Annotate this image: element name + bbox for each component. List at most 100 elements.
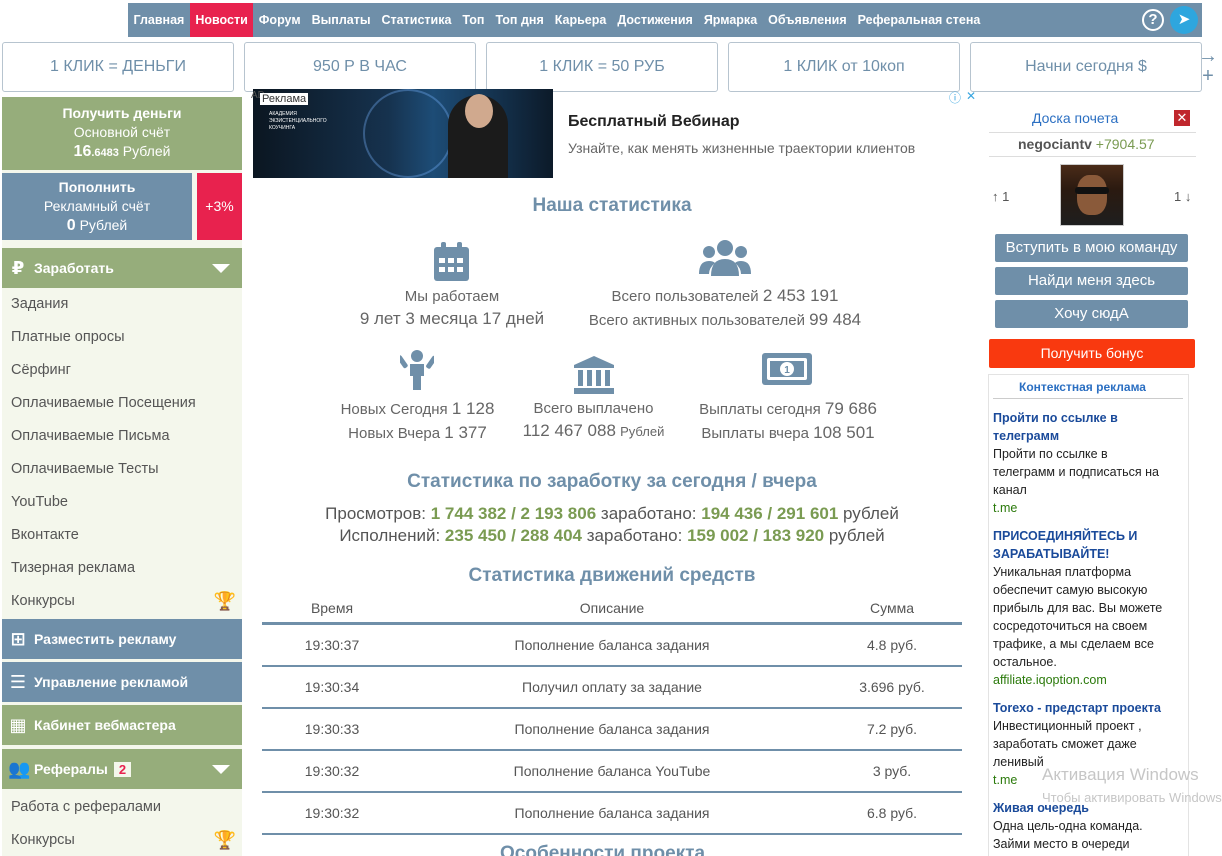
menu-contests[interactable]: Конкурсы (11, 593, 75, 609)
payouts-yesterday: Выплаты вчера 108 501 (701, 423, 875, 442)
bank-icon (574, 356, 614, 399)
want-here-button[interactable]: Хочу сюдА (995, 300, 1188, 328)
earnings-title: Статистика по заработку за сегодня / вче… (407, 471, 817, 492)
active-users: Всего активных пользователей 99 484 (588, 310, 862, 329)
ad-subtitle[interactable]: Узнайте, как менять жизненные траектории… (568, 140, 915, 156)
context-ad-text: Пройти по ссылке в телеграмм и подписать… (993, 447, 1159, 497)
nav-career[interactable]: Карьера (549, 3, 612, 37)
cell-time: 19:30:32 (304, 763, 360, 779)
nav-achievements[interactable]: Достижения (612, 3, 698, 37)
context-ad-url[interactable]: t.me (993, 499, 1173, 517)
menu-youtube[interactable]: YouTube (11, 494, 68, 510)
payouts-today: Выплаты сегодня 79 686 (699, 399, 877, 418)
promo-box-2[interactable]: 950 Р В ЧАС (244, 42, 476, 92)
topup-bonus-badge[interactable]: +3% (197, 173, 242, 240)
top-navigation: Главная Новости Форум Выплаты Статистика… (128, 3, 1202, 37)
context-ad-title[interactable]: Torexo - предстарт проекта (993, 699, 1173, 717)
cell-description: Пополнение баланса задания (514, 721, 710, 737)
chevron-down-icon (212, 765, 230, 774)
help-icon[interactable]: ? (1142, 9, 1164, 31)
nav-top-day[interactable]: Топ дня (490, 3, 549, 37)
context-ad[interactable]: Пройти по ссылке в телеграмм Пройти по с… (993, 409, 1173, 517)
nav-statistics[interactable]: Статистика (376, 3, 457, 37)
ad-info-icon[interactable]: ⓘ (949, 89, 961, 106)
users-icon (699, 240, 751, 281)
cell-description: Получил оплату за задание (522, 679, 702, 695)
referrals-header[interactable]: 👥 Рефералы 2 (2, 749, 242, 789)
menu-paid-visits[interactable]: Оплачиваемые Посещения (11, 395, 196, 411)
menu-surfing[interactable]: Сёрфинг (11, 362, 71, 378)
context-ad-title[interactable]: ПРИСОЕДИНЯЙТЕСЬ И ЗАРАБАТЫВАЙТЕ! (993, 527, 1173, 563)
context-ad[interactable]: ПРИСОЕДИНЯЙТЕСЬ И ЗАРАБАТЫВАЙТЕ! Уникаль… (993, 527, 1173, 689)
cell-time: 19:30:37 (304, 637, 360, 653)
vote-up[interactable]: ↑ 1 (992, 189, 1009, 204)
nav-fair[interactable]: Ярмарка (698, 3, 762, 37)
table-row: 19:30:33 Пополнение баланса задания 7.2 … (262, 709, 962, 751)
nav-home[interactable]: Главная (128, 3, 190, 37)
vote-down[interactable]: 1 ↓ (1174, 189, 1191, 204)
close-icon[interactable]: ✕ (1174, 110, 1190, 126)
promo-box-1[interactable]: 1 КЛИК = ДЕНЬГИ (2, 42, 234, 92)
context-ad[interactable]: Живая очередь Одна цель-одна команда. За… (993, 799, 1173, 853)
nav-top[interactable]: Топ (457, 3, 490, 37)
join-team-button[interactable]: Вступить в мою команду (995, 234, 1188, 262)
table-row: 19:30:32 Пополнение баланса YouTube 3 ру… (262, 751, 962, 793)
cell-time: 19:30:34 (304, 679, 360, 695)
plus-icon: ⊞ (10, 628, 26, 649)
menu-referral-contests[interactable]: Конкурсы (11, 832, 75, 848)
context-ad-title[interactable]: Пройти по ссылке в телеграмм (993, 409, 1173, 445)
menu-teaser-ads[interactable]: Тизерная реклама (11, 560, 135, 576)
expand-arrows-icon[interactable]: → + (1198, 46, 1218, 86)
working-label: Мы работаем (404, 288, 500, 305)
nav-payouts[interactable]: Выплаты (306, 3, 376, 37)
views-line: Просмотров: 1 744 382 / 2 193 806 зарабо… (325, 504, 899, 523)
earn-section-header[interactable]: ₽ Заработать (2, 248, 242, 288)
total-paid-label: Всего выплачено (533, 400, 654, 417)
nav-icons: ? ➤ (1142, 6, 1198, 34)
avatar[interactable] (1060, 164, 1124, 226)
telegram-icon[interactable]: ➤ (1170, 6, 1198, 34)
windows-activation-watermark: Активация Windows (1042, 765, 1199, 784)
nav-forum[interactable]: Форум (253, 3, 306, 37)
menu-vkontakte[interactable]: Вконтакте (11, 527, 79, 543)
divider (989, 132, 1196, 133)
place-ad-header[interactable]: ⊞ Разместить рекламу (2, 619, 242, 659)
avatar-glasses (1075, 187, 1109, 194)
windows-activation-subtext: Чтобы активировать Windows (1042, 790, 1222, 805)
new-yesterday: Новых Вчера 1 377 (348, 423, 487, 442)
promo-box-3[interactable]: 1 КЛИК = 50 РУБ (486, 42, 718, 92)
nav-announcements[interactable]: Объявления (763, 3, 852, 37)
nav-referral-wall[interactable]: Реферальная стена (852, 3, 986, 37)
honor-user[interactable]: negociantv +7904.57 (1018, 136, 1155, 152)
menu-paid-letters[interactable]: Оплачиваемые Письма (11, 428, 170, 444)
get-money-panel[interactable]: Получить деньги Основной счёт 16.6483 Ру… (2, 97, 242, 170)
ad-title[interactable]: Бесплатный Вебинар (568, 113, 740, 131)
manage-ad-header[interactable]: ☰ Управление рекламой (2, 662, 242, 702)
cell-amount: 3 руб. (872, 763, 912, 779)
context-ad-url[interactable]: affiliate.iqoption.com (993, 671, 1173, 689)
menu-referral-work[interactable]: Работа с рефералами (11, 799, 161, 815)
honor-board-title[interactable]: Доска почета (1032, 110, 1118, 126)
cell-amount: 6.8 руб. (866, 805, 918, 821)
nav-news[interactable]: Новости (189, 3, 254, 37)
topup-panel[interactable]: Пополнить Рекламный счёт 0 Рублей (2, 173, 192, 240)
movements-table: Время Описание Сумма 19:30:37 Пополнение… (262, 593, 962, 835)
menu-paid-tests[interactable]: Оплачиваемые Тесты (11, 461, 159, 477)
header-amount: Сумма (870, 599, 914, 616)
find-me-button[interactable]: Найди меня здесь (995, 267, 1188, 295)
promo-box-4[interactable]: 1 КЛИК от 10коп (728, 42, 960, 92)
get-bonus-button[interactable]: Получить бонус (989, 339, 1195, 368)
webmaster-header[interactable]: ▦ Кабинет вебмастера (2, 705, 242, 745)
cell-time: 19:30:32 (304, 805, 360, 821)
svg-text:1: 1 (784, 365, 790, 376)
menu-tasks[interactable]: Задания (11, 296, 68, 312)
trophy-icon: 🏆 (213, 830, 236, 850)
movements-title: Статистика движений средств (468, 565, 756, 586)
menu-paid-surveys[interactable]: Платные опросы (11, 329, 125, 345)
main-balance: 16.6483 Рублей (73, 143, 171, 160)
divider (993, 398, 1183, 399)
table-row: 19:30:32 Пополнение баланса задания 6.8 … (262, 793, 962, 835)
close-icon[interactable]: ✕ (966, 89, 976, 103)
promo-box-5[interactable]: Начни сегодня $ (970, 42, 1202, 92)
cell-description: Пополнение баланса задания (514, 805, 710, 821)
